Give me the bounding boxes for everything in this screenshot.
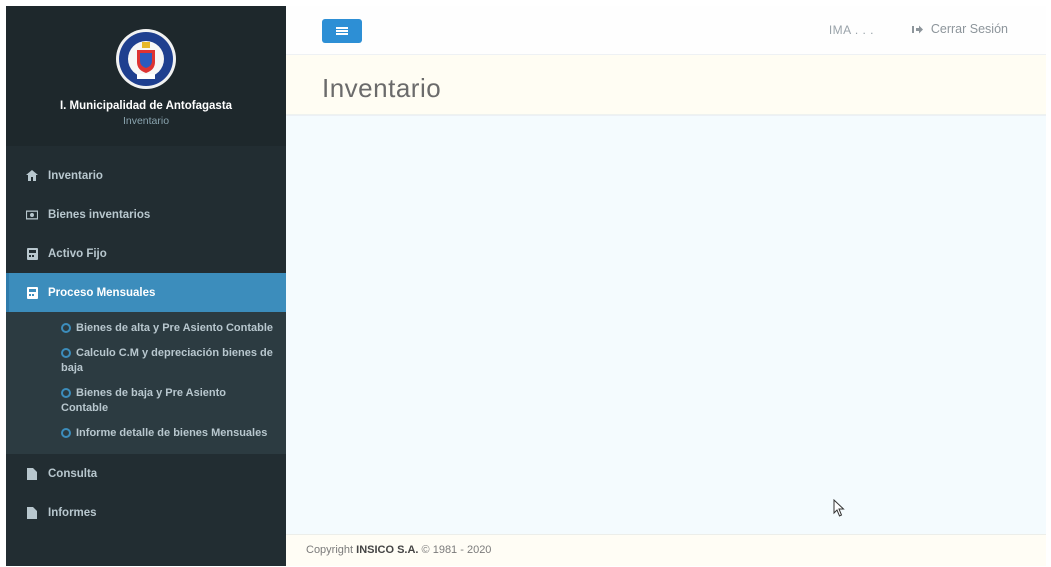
circle-icon bbox=[61, 323, 71, 333]
footer-company: INSICO S.A. bbox=[356, 544, 419, 556]
sidebar-menu: Inventario Bienes inventarios Activo Fij… bbox=[6, 156, 286, 312]
hamburger-icon bbox=[336, 27, 348, 35]
sidebar-brand: I. Municipalidad de Antofagasta Inventar… bbox=[6, 6, 286, 146]
footer-prefix: Copyright bbox=[306, 544, 354, 556]
footer: Copyright INSICO S.A. © 1981 - 2020 bbox=[286, 534, 1046, 566]
logout-link[interactable]: Cerrar Sesión bbox=[911, 22, 1008, 36]
sidebar-item-label: Consulta bbox=[48, 467, 98, 480]
sidebar-item-informes[interactable]: Informes bbox=[6, 493, 286, 532]
page-title: Inventario bbox=[322, 73, 442, 103]
file-icon bbox=[26, 467, 38, 480]
sidebar-item-inventario[interactable]: Inventario bbox=[6, 156, 286, 195]
top-navbar: IMA . . . Cerrar Sesión bbox=[286, 6, 1046, 55]
footer-years: © 1981 - 2020 bbox=[421, 544, 492, 556]
sidebar-menu-bottom: Consulta Informes bbox=[6, 454, 286, 532]
submenu-item-informe-detalle[interactable]: Informe detalle de bienes Mensuales bbox=[6, 421, 286, 446]
sidebar: I. Municipalidad de Antofagasta Inventar… bbox=[6, 6, 286, 566]
submenu-proceso-mensuales: Bienes de alta y Pre Asiento Contable Ca… bbox=[6, 312, 286, 454]
calculator-icon bbox=[26, 286, 38, 299]
sidebar-item-label: Activo Fijo bbox=[48, 247, 107, 260]
submenu-item-bienes-baja[interactable]: Bienes de baja y Pre Asiento Contable bbox=[6, 381, 286, 421]
org-name: I. Municipalidad de Antofagasta bbox=[59, 100, 233, 112]
circle-icon bbox=[61, 348, 71, 358]
submenu-item-label: Calculo C.M y depreciación bienes de baj… bbox=[61, 347, 273, 374]
sidebar-item-label: Bienes inventarios bbox=[48, 208, 151, 221]
calculator-icon bbox=[26, 247, 38, 260]
content-header: Inventario bbox=[286, 55, 1046, 115]
user-menu[interactable]: IMA . . . bbox=[829, 23, 874, 37]
sidebar-item-bienes-inventarios[interactable]: Bienes inventarios bbox=[6, 195, 286, 234]
sidebar-item-activo-fijo[interactable]: Activo Fijo bbox=[6, 234, 286, 273]
submenu-item-calculo-cm[interactable]: Calculo C.M y depreciación bienes de baj… bbox=[6, 341, 286, 381]
file-icon bbox=[26, 506, 38, 519]
main-area: IMA . . . Cerrar Sesión Inventario Copyr… bbox=[286, 6, 1046, 566]
municipal-seal-logo bbox=[115, 28, 177, 90]
circle-icon bbox=[61, 428, 71, 438]
submenu-item-label: Informe detalle de bienes Mensuales bbox=[76, 427, 268, 439]
submenu-item-bienes-alta[interactable]: Bienes de alta y Pre Asiento Contable bbox=[6, 316, 286, 341]
org-subtitle: Inventario bbox=[122, 115, 170, 127]
mouse-pointer-icon bbox=[833, 498, 845, 522]
submenu-item-label: Bienes de alta y Pre Asiento Contable bbox=[76, 322, 274, 334]
money-icon bbox=[26, 209, 38, 221]
sidebar-item-label: Informes bbox=[48, 506, 97, 519]
content-body bbox=[286, 116, 1046, 534]
sidebar-item-label: Proceso Mensuales bbox=[48, 286, 156, 299]
home-icon bbox=[26, 170, 38, 182]
app-window: I. Municipalidad de Antofagasta Inventar… bbox=[6, 6, 1046, 566]
submenu-item-label: Bienes de baja y Pre Asiento Contable bbox=[61, 387, 226, 414]
sign-out-icon bbox=[911, 25, 923, 34]
sidebar-toggle-button[interactable] bbox=[322, 19, 362, 43]
sidebar-item-label: Inventario bbox=[48, 169, 103, 182]
circle-icon bbox=[61, 388, 71, 398]
sidebar-item-consulta[interactable]: Consulta bbox=[6, 454, 286, 493]
sidebar-item-proceso-mensuales[interactable]: Proceso Mensuales bbox=[6, 273, 286, 312]
logout-label: Cerrar Sesión bbox=[930, 22, 1008, 36]
